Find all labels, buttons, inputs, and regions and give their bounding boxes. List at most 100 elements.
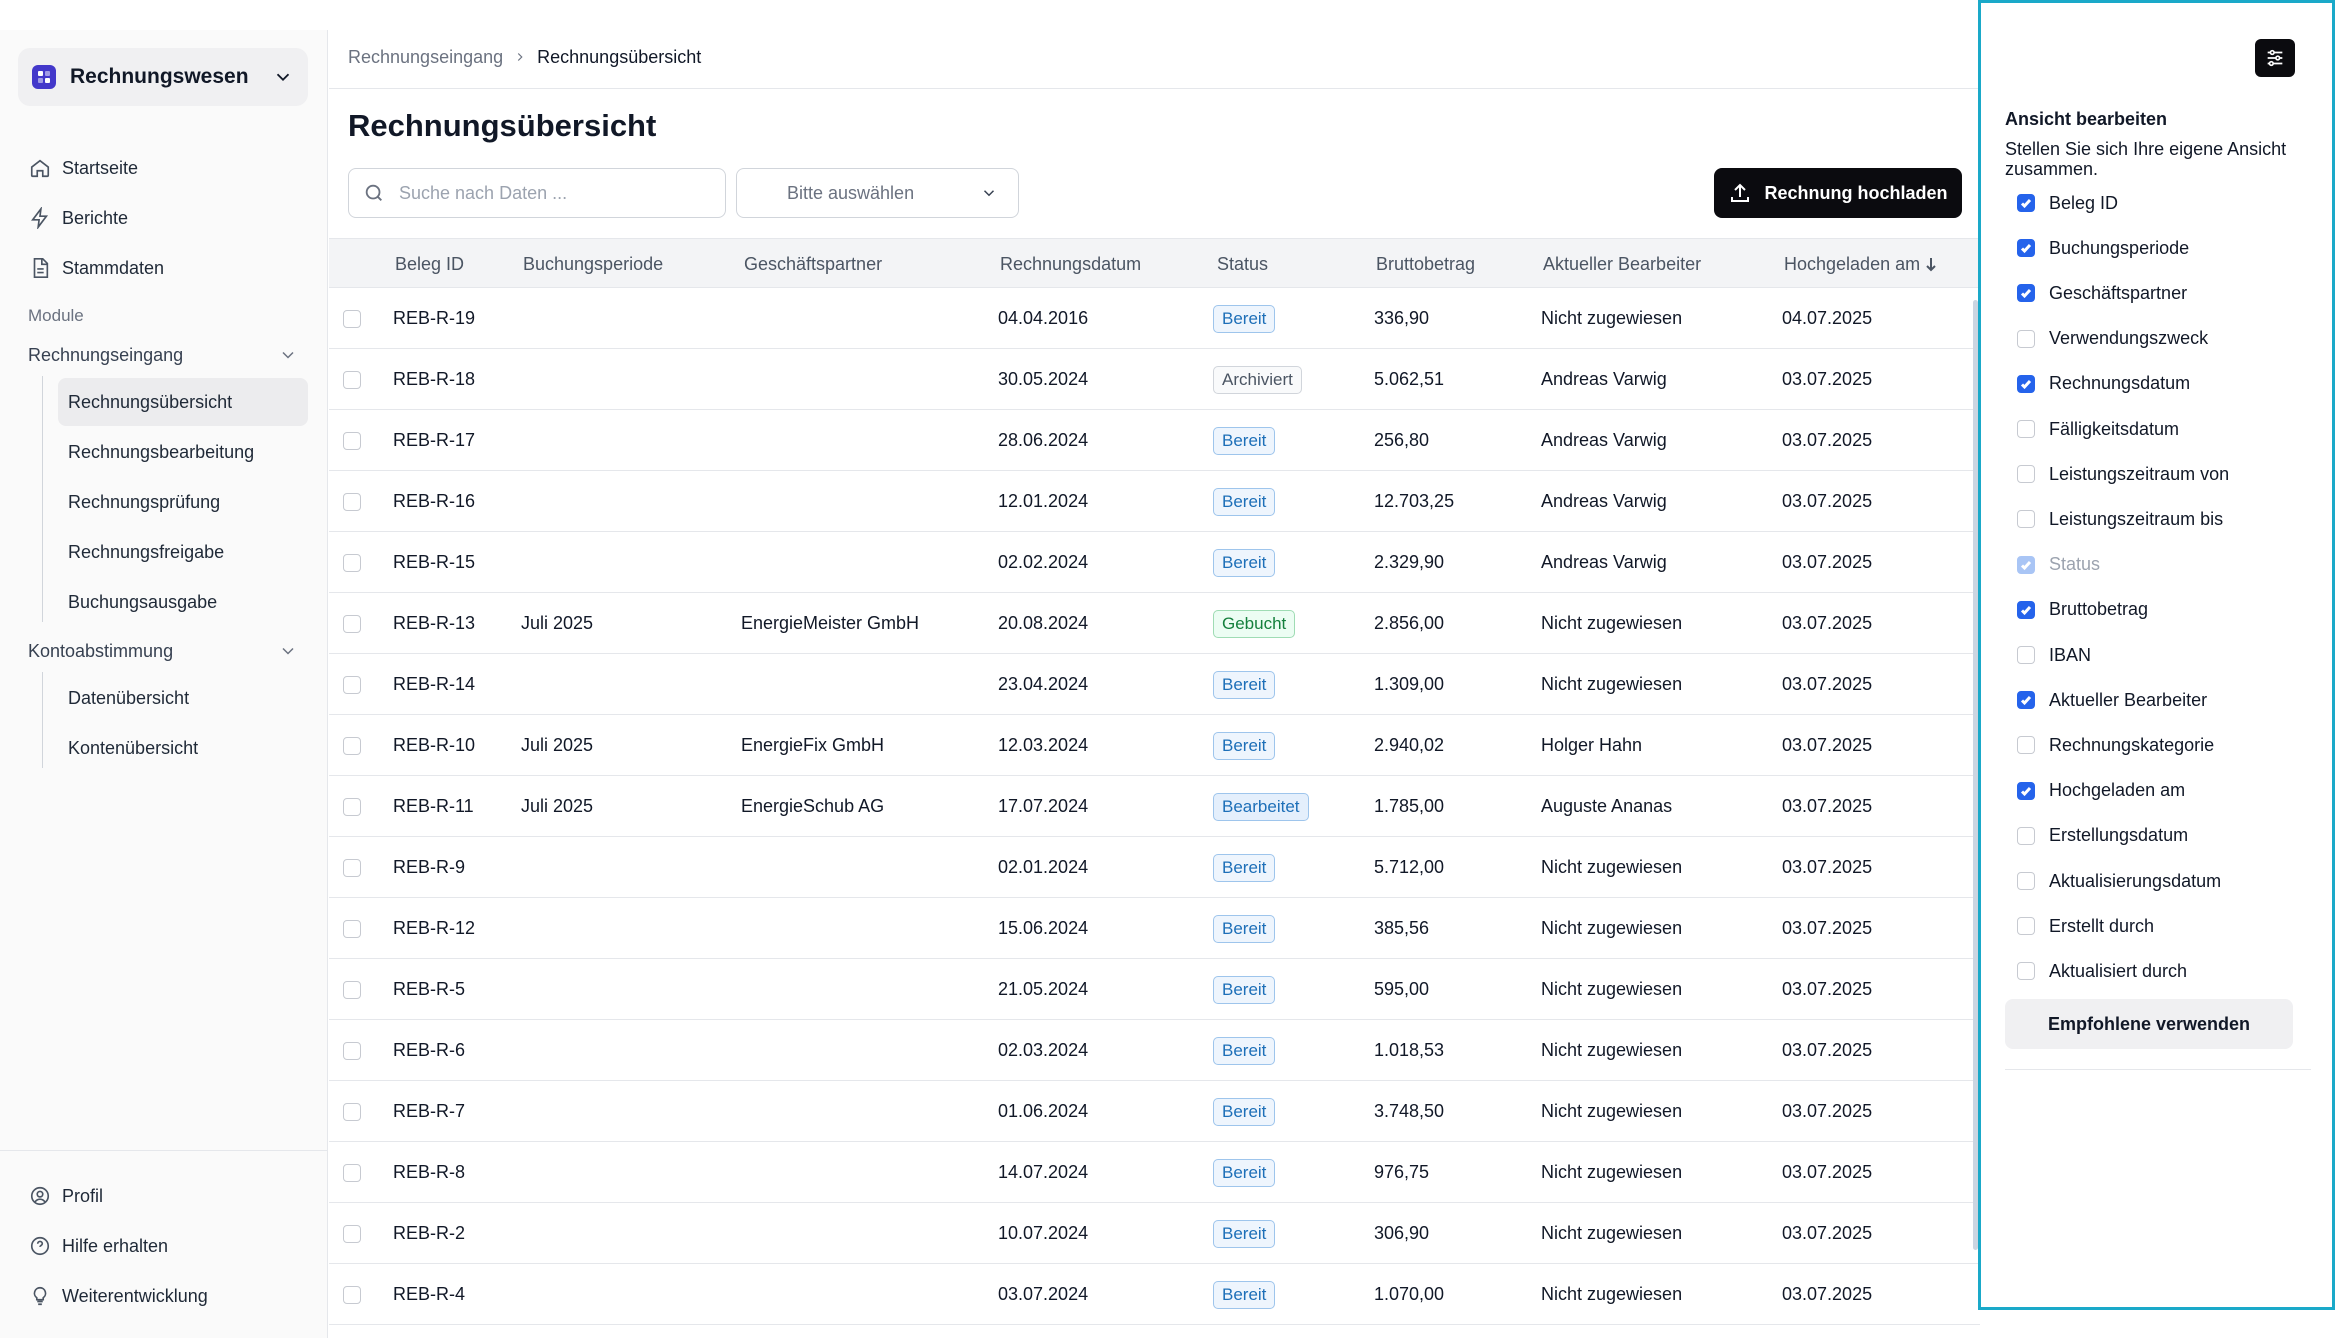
row-checkbox[interactable]: [343, 798, 361, 816]
sidebar-item-kontenuebersicht[interactable]: Kontenübersicht: [58, 724, 308, 772]
row-checkbox[interactable]: [343, 554, 361, 572]
table-row[interactable]: REB-R-9 02.01.2024 Bereit 5.712,00 Nicht zug…: [329, 837, 1980, 898]
cell-aktueller-bearbeiter: Holger Hahn: [1541, 735, 1643, 755]
table-row[interactable]: REB-R-8 14.07.2024 Bereit 976,75 Nicht zugew…: [329, 1142, 1980, 1203]
cell-bruttobetrag: 5.062,51: [1374, 369, 1445, 389]
table-row[interactable]: REB-R-15 02.02.2024 Bereit 2.329,90 Andreas …: [329, 532, 1980, 593]
column-header-aktueller-bearbeiter[interactable]: Aktueller Bearbeiter: [1543, 239, 1701, 289]
column-header-status[interactable]: Status: [1217, 239, 1268, 289]
table-row[interactable]: REB-R-14 23.04.2024 Bereit 1.309,00 Nicht zu…: [329, 654, 1980, 715]
table-row[interactable]: REB-R-12 15.06.2024 Bereit 385,56 Nicht zuge…: [329, 898, 1980, 959]
status-badge: Bereit: [1213, 853, 1276, 882]
sidebar-item-rechnungsbearbeitung[interactable]: Rechnungsbearbeitung: [58, 428, 308, 476]
row-checkbox[interactable]: [343, 1042, 361, 1060]
checkbox-unchecked-icon: [2017, 646, 2035, 664]
view-settings-panel: Ansicht bearbeiten Stellen Sie sich Ihre…: [1978, 0, 2335, 1310]
column-header-hochgeladen-am[interactable]: Hochgeladen am: [1784, 239, 1938, 289]
panel-divider: [2005, 1069, 2311, 1070]
row-checkbox[interactable]: [343, 1164, 361, 1182]
status-badge: Gebucht: [1213, 609, 1296, 638]
use-recommended-button[interactable]: Empfohlene verwenden: [2005, 999, 2293, 1049]
chevron-down-icon: [276, 73, 290, 82]
table-row[interactable]: REB-R-11 Juli 2025 EnergieSchub AG 17.07.20…: [329, 776, 1980, 837]
column-option[interactable]: Rechnungskategorie: [2017, 731, 2214, 759]
row-checkbox[interactable]: [343, 981, 361, 999]
table-row[interactable]: REB-R-2 10.07.2024 Bereit 306,90 Nicht zugew…: [329, 1203, 1980, 1264]
row-checkbox[interactable]: [343, 371, 361, 389]
sidebar-item-rechnungsfreigabe[interactable]: Rechnungsfreigabe: [58, 528, 308, 576]
column-header-buchungsperiode[interactable]: Buchungsperiode: [523, 239, 663, 289]
table-row[interactable]: REB-R-4 03.07.2024 Bereit 1.070,00 Nicht zug…: [329, 1264, 1980, 1325]
row-checkbox[interactable]: [343, 676, 361, 694]
column-option[interactable]: Rechnungsdatum: [2017, 370, 2190, 398]
column-option[interactable]: Fälligkeitsdatum: [2017, 415, 2179, 443]
checkbox-unchecked-icon: [2017, 420, 2035, 438]
table-row[interactable]: REB-R-6 02.03.2024 Bereit 1.018,53 Nicht zug…: [329, 1020, 1980, 1081]
column-header-geschaeftspartner[interactable]: Geschäftspartner: [744, 239, 882, 289]
panel-title: Ansicht bearbeiten: [2005, 109, 2168, 129]
nav-weiterentwicklung[interactable]: Weiterentwicklung: [28, 1278, 208, 1314]
table-row[interactable]: REB-R-19 04.04.2016 Bereit 336,90 Nicht zuge…: [329, 288, 1980, 349]
nav-stammdaten[interactable]: Stammdaten: [28, 250, 164, 286]
column-header-bruttobetrag[interactable]: Bruttobetrag: [1376, 239, 1475, 289]
table-row[interactable]: REB-R-5 21.05.2024 Bereit 595,00 Nicht zugew…: [329, 959, 1980, 1020]
column-header-rechnungsdatum[interactable]: Rechnungsdatum: [1000, 239, 1141, 289]
row-checkbox[interactable]: [343, 1286, 361, 1304]
column-option[interactable]: Bruttobetrag: [2017, 596, 2148, 624]
column-option[interactable]: Erstellt durch: [2017, 912, 2154, 940]
nav-hilfe[interactable]: Hilfe erhalten: [28, 1228, 168, 1264]
row-checkbox[interactable]: [343, 615, 361, 633]
sidebar-item-rechnungspruefung[interactable]: Rechnungsprüfung: [58, 478, 308, 526]
table-row[interactable]: REB-R-17 28.06.2024 Bereit 256,80 Andreas Va…: [329, 410, 1980, 471]
row-checkbox[interactable]: [343, 1225, 361, 1243]
cell-status: Bereit: [1213, 715, 1276, 776]
app-switcher[interactable]: Rechnungswesen: [18, 48, 308, 106]
row-checkbox[interactable]: [343, 859, 361, 877]
row-checkbox[interactable]: [343, 310, 361, 328]
column-option[interactable]: Hochgeladen am: [2017, 777, 2185, 805]
row-checkbox[interactable]: [343, 920, 361, 938]
status-badge: Archiviert: [1213, 365, 1302, 394]
column-option[interactable]: Beleg ID: [2017, 189, 2118, 217]
breadcrumb-parent[interactable]: Rechnungseingang: [348, 47, 503, 68]
column-option[interactable]: Erstellungsdatum: [2017, 822, 2188, 850]
column-header-beleg-id[interactable]: Beleg ID: [395, 239, 464, 289]
filter-select[interactable]: Bitte auswählen: [736, 168, 1019, 218]
table-row[interactable]: REB-R-10 Juli 2025 EnergieFix GmbH 12.03.20…: [329, 715, 1980, 776]
column-option[interactable]: Verwendungszweck: [2017, 325, 2208, 353]
nav-startseite[interactable]: Startseite: [28, 150, 138, 186]
nav-label: Hilfe erhalten: [62, 1235, 169, 1256]
checkbox-unchecked-icon: [2017, 510, 2035, 529]
column-option-label: Bruttobetrag: [2049, 599, 2149, 620]
table-row[interactable]: REB-R-18 30.05.2024 Archiviert 5.062,51 Andr…: [329, 349, 1980, 410]
table-row[interactable]: REB-R-13 Juli 2025 EnergieMeister GmbH 20.0…: [329, 593, 1980, 654]
column-option[interactable]: Aktualisierungsdatum: [2017, 867, 2221, 895]
cell-rechnungsdatum: 03.07.2024: [998, 1284, 1089, 1304]
column-option[interactable]: Leistungszeitraum bis: [2017, 505, 2223, 533]
search-input[interactable]: [399, 182, 699, 204]
table-row[interactable]: REB-R-16 12.01.2024 Bereit 12.703,25 Andreas…: [329, 471, 1980, 532]
row-checkbox[interactable]: [343, 432, 361, 450]
nav-berichte[interactable]: Berichte: [28, 200, 128, 236]
column-option[interactable]: Aktueller Bearbeiter: [2017, 686, 2207, 714]
column-option[interactable]: IBAN: [2017, 641, 2091, 669]
group-rechnungseingang[interactable]: Rechnungseingang: [28, 338, 298, 372]
row-checkbox[interactable]: [343, 737, 361, 755]
upload-invoice-button[interactable]: Rechnung hochladen: [1714, 168, 1962, 218]
select-placeholder: Bitte auswählen: [787, 182, 915, 203]
nav-profil[interactable]: Profil: [28, 1178, 103, 1214]
cell-bruttobetrag: 2.940,02: [1374, 735, 1445, 755]
row-checkbox[interactable]: [343, 493, 361, 511]
column-option[interactable]: Aktualisiert durch: [2017, 957, 2187, 985]
group-kontoabstimmung[interactable]: Kontoabstimmung: [28, 634, 298, 668]
row-checkbox[interactable]: [343, 1103, 361, 1121]
column-option[interactable]: Leistungszeitraum von: [2017, 460, 2229, 488]
table-row[interactable]: REB-R-7 01.06.2024 Bereit 3.748,50 Nicht zug…: [329, 1081, 1980, 1142]
view-settings-button[interactable]: [2255, 39, 2295, 77]
sidebar-item-buchungsausgabe[interactable]: Buchungsausgabe: [58, 578, 308, 626]
sidebar-item-rechnungsuebersicht[interactable]: Rechnungsübersicht: [58, 378, 308, 426]
column-option[interactable]: Geschäftspartner: [2017, 279, 2187, 307]
sidebar-item-datenuebersicht[interactable]: Datenübersicht: [58, 674, 308, 722]
column-option[interactable]: Buchungsperiode: [2017, 234, 2189, 262]
cell-aktueller-bearbeiter: Nicht zugewiesen: [1541, 613, 1683, 633]
